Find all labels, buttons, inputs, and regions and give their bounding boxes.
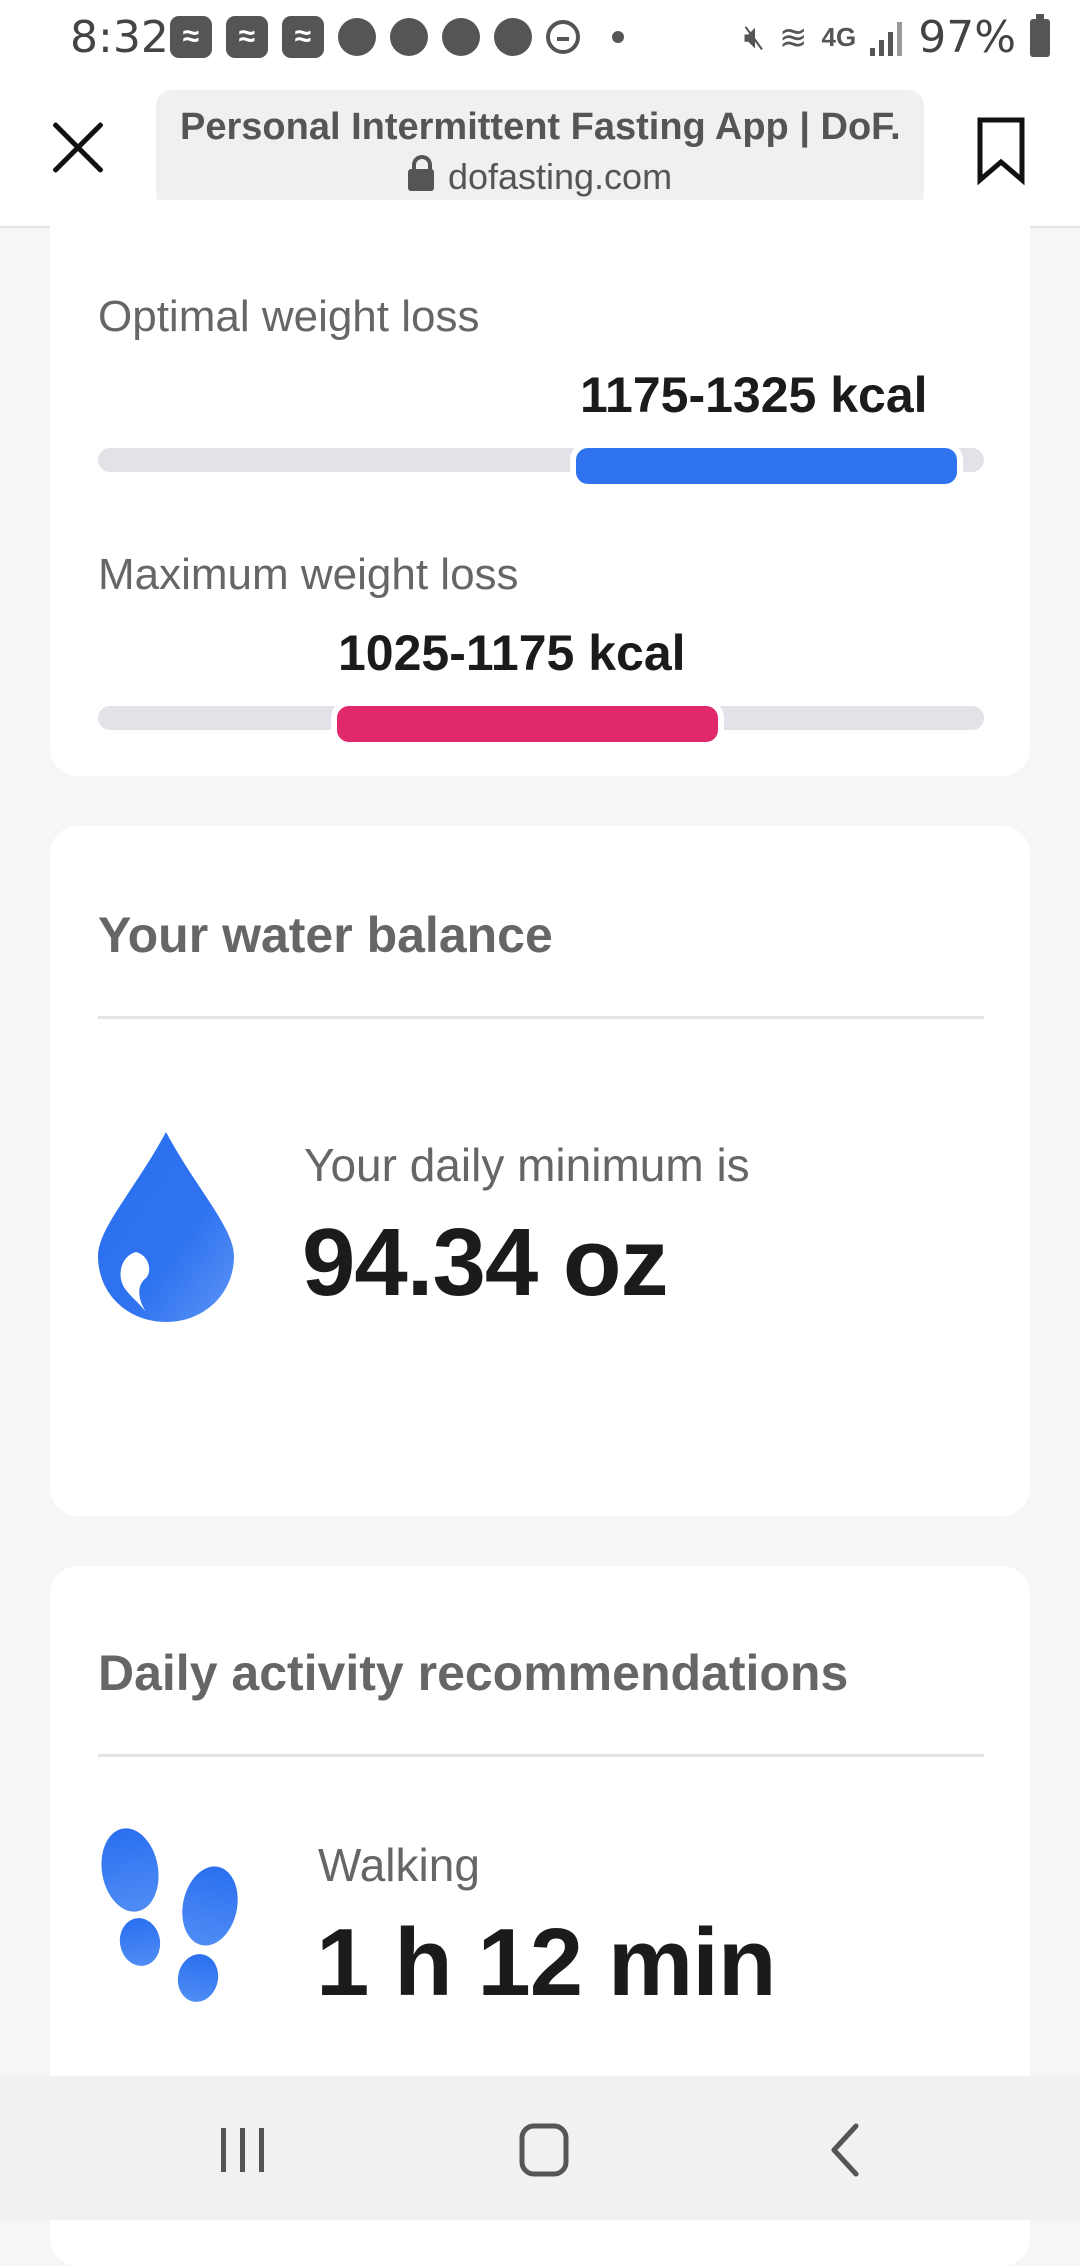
battery-percent: 97% (918, 12, 1016, 63)
optimal-label: Optimal weight loss (98, 292, 480, 341)
back-icon[interactable] (808, 2120, 888, 2180)
status-bar: 8:32 ≈ ≈ ≈ 🔇︎ ≋ 4G 97% (0, 0, 1080, 78)
account-icon (338, 18, 376, 56)
maximum-range: 1025-1175 kcal (338, 625, 686, 681)
water-divider (98, 1016, 984, 1019)
activity-label: Walking (318, 1839, 480, 1891)
maximum-fill (331, 700, 725, 748)
app-notification-icon: ≈ (226, 16, 268, 58)
do-not-disturb-icon (546, 20, 580, 54)
lock-icon (407, 155, 434, 191)
alert-icon (494, 18, 532, 56)
calorie-card: Optimal weight loss 1175-1325 kcal Maxim… (50, 200, 1030, 776)
url-line: dofasting.com (156, 155, 924, 198)
home-icon[interactable] (504, 2120, 584, 2180)
activity-value: 1 h 12 min (316, 1909, 776, 2016)
water-subtitle: Your daily minimum is (304, 1139, 750, 1191)
activity-title: Daily activity recommendations (98, 1645, 849, 1701)
notification-icons: ≈ ≈ ≈ (170, 16, 624, 58)
system-icons: 🔇︎ ≋ 4G 97% (744, 12, 1050, 63)
optimal-fill (570, 442, 964, 490)
more-notifications-icon (612, 31, 624, 43)
url-text: dofasting.com (447, 156, 673, 197)
footprints-icon (101, 1828, 238, 2002)
recent-apps-icon[interactable] (203, 2120, 283, 2180)
system-nav-bar (0, 2076, 1080, 2220)
water-value: 94.34 oz (302, 1209, 669, 1316)
activity-divider (98, 1754, 984, 1757)
close-icon[interactable] (48, 118, 108, 178)
maximum-label: Maximum weight loss (98, 550, 519, 599)
water-title: Your water balance (98, 907, 553, 963)
mute-icon: 🔇︎ (743, 18, 766, 56)
photo-icon (442, 18, 480, 56)
address-bar[interactable]: Personal Intermittent Fasting App | DoF.… (156, 90, 924, 210)
page-title: Personal Intermittent Fasting App | DoF.… (180, 106, 900, 148)
water-card: Your water balance Your daily minimum is… (50, 826, 1030, 1516)
network-type: 4G (821, 22, 857, 52)
app-notification-icon: ≈ (282, 16, 324, 58)
maximum-track (98, 700, 984, 748)
wifi-icon: ≋ (779, 18, 808, 57)
optimal-range: 1175-1325 kcal (580, 367, 928, 423)
bookmark-icon[interactable] (976, 116, 1026, 186)
photo-icon (390, 18, 428, 56)
status-time: 8:32 (70, 12, 169, 63)
signal-icon (870, 21, 903, 56)
app-notification-icon: ≈ (170, 16, 212, 58)
optimal-track (98, 442, 984, 490)
water-drop-icon (98, 1132, 234, 1322)
battery-icon (1030, 13, 1050, 57)
